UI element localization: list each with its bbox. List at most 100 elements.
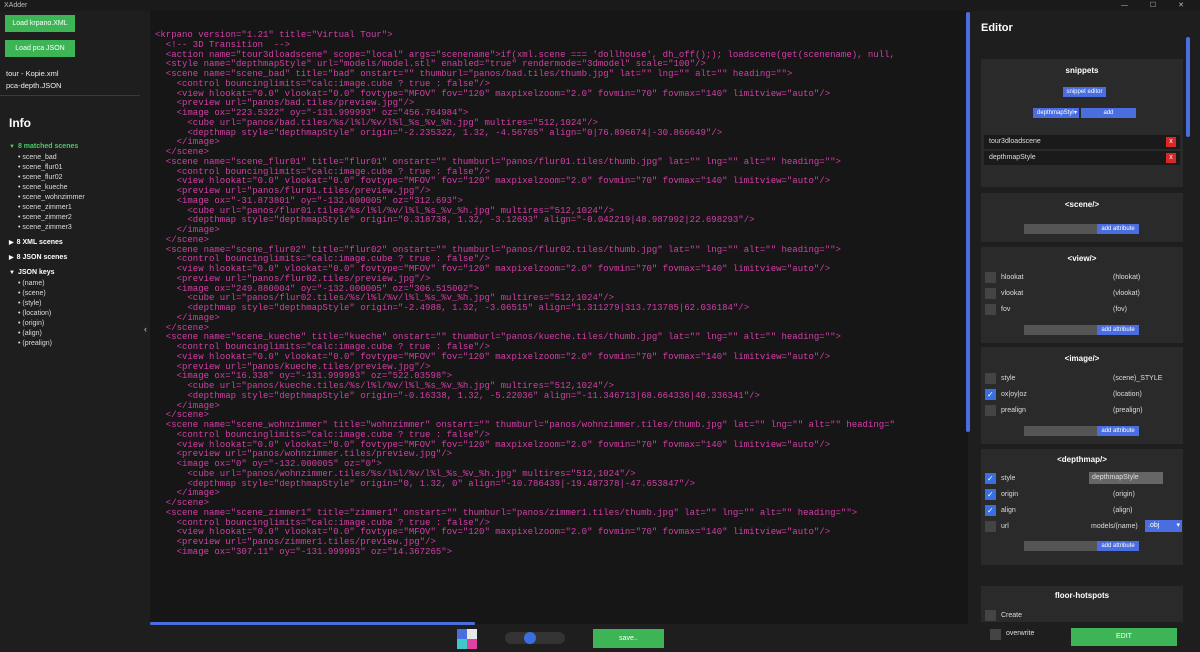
chevron-down-icon: ▾ (1176, 522, 1180, 529)
save-button[interactable]: save.. (593, 629, 664, 648)
attribute-input[interactable] (1024, 224, 1097, 234)
json-key-item[interactable]: (style) (9, 299, 137, 309)
divider (0, 95, 140, 96)
depthmap-panel: <depthmap/> styledepthmapStyle origin(or… (981, 449, 1183, 565)
collapse-panel-icon[interactable]: ‹ (144, 324, 147, 334)
editor-title: Editor (981, 22, 1013, 34)
tree-matched-scenes[interactable]: ▼ 8 matched scenes (9, 143, 137, 150)
floor-hotspots-create: Create (985, 609, 1181, 623)
image-attr-location: ox|oy|oz(location) (985, 388, 1181, 402)
code-line[interactable]: </image> (155, 313, 895, 324)
code-line[interactable]: <depthmap style="depthmapStyle" origin="… (155, 479, 895, 490)
tree-xml-scenes[interactable]: ▶ 8 XML scenes (9, 239, 137, 246)
add-snippet-button[interactable]: add (1081, 108, 1136, 118)
vertical-scrollbar[interactable] (966, 12, 970, 432)
checkbox-checked[interactable] (985, 389, 996, 400)
checkbox-checked[interactable] (985, 489, 996, 500)
checkbox-checked[interactable] (985, 505, 996, 516)
info-title: Info (9, 116, 31, 130)
json-key-item[interactable]: (prealign) (9, 339, 137, 349)
snippets-panel: snippets snippet editor depthmapStyl ▾ ad… (981, 59, 1183, 187)
title-bar: XAdder — ☐ ✕ (0, 0, 1200, 11)
collapsed-triangle-icon: ▶ (9, 240, 14, 246)
code-line[interactable]: <image ox="307.11" oy="-131.999993" oz="… (155, 547, 895, 558)
attribute-input[interactable] (1024, 325, 1097, 335)
checkbox[interactable] (985, 304, 996, 315)
snippet-editor-button[interactable]: snippet editor (1063, 87, 1106, 97)
url-extension-select[interactable]: .obj ▾ (1145, 520, 1182, 532)
depthmap-attr-url: url models/(name) .obj ▾ (985, 520, 1182, 534)
matched-scene-item[interactable]: scene_bad (9, 153, 137, 163)
attribute-input[interactable] (1024, 541, 1097, 551)
json-key-item[interactable]: (name) (9, 279, 137, 289)
checkbox[interactable] (985, 405, 996, 416)
checkbox[interactable] (985, 521, 996, 532)
matched-scene-item[interactable]: scene_zimmer2 (9, 213, 137, 223)
checkbox[interactable] (985, 288, 996, 299)
matched-scene-item[interactable]: scene_flur01 (9, 163, 137, 173)
view-title: <view/> (1067, 254, 1097, 263)
add-attribute-button[interactable]: add attribute (1097, 224, 1139, 234)
image-attr-prealign: prealign (prealign) (985, 404, 1181, 418)
remove-snippet-button[interactable]: x (1166, 137, 1176, 147)
checkbox-checked[interactable] (985, 473, 996, 484)
json-key-item[interactable]: (align) (9, 329, 137, 339)
image-title: <image/> (1064, 354, 1100, 363)
color-picker-icon[interactable] (457, 629, 477, 649)
load-xml-button[interactable]: Load krpano.XML (5, 15, 75, 32)
code-line[interactable]: <depthmap style="depthmapStyle" origin="… (155, 391, 895, 402)
code-line[interactable]: <depthmap style="depthmapStyle" origin="… (155, 215, 895, 226)
window-controls[interactable]: — ☐ ✕ (1121, 0, 1194, 11)
snippet-item-depthmapstyle[interactable]: depthmapStyle x (984, 151, 1180, 165)
style-input[interactable]: depthmapStyle (1089, 472, 1163, 484)
scene-panel: <scene/> add attribute (981, 193, 1183, 242)
matched-scene-item[interactable]: scene_zimmer3 (9, 223, 137, 233)
matched-scenes-list: scene_badscene_flur01scene_flur02scene_k… (9, 153, 137, 233)
json-keys-list: (name)(scene)(style)(location)(origin)(a… (9, 279, 137, 349)
depthmap-title: <depthmap/> (1057, 455, 1107, 464)
code-content[interactable]: <krpano version="1.21" title="Virtual To… (155, 30, 895, 558)
edit-button[interactable]: EDIT (1071, 628, 1177, 646)
tree-json-keys[interactable]: ▼ JSON keys (9, 269, 137, 276)
view-attr-vlookat: vlookat (vlookat) (985, 287, 1181, 301)
code-line[interactable]: </image> (155, 401, 895, 412)
code-line[interactable]: </image> (155, 488, 895, 499)
zoom-slider-handle[interactable] (524, 632, 536, 644)
chevron-down-icon: ▾ (1073, 110, 1077, 116)
attribute-input[interactable] (1024, 426, 1097, 436)
horizontal-scrollbar[interactable] (150, 622, 475, 625)
collapsed-triangle-icon: ▶ (9, 255, 14, 261)
add-attribute-button[interactable]: add attribute (1097, 426, 1139, 436)
matched-scene-item[interactable]: scene_zimmer1 (9, 203, 137, 213)
add-attribute-button[interactable]: add attribute (1097, 541, 1139, 551)
tree-json-scenes[interactable]: ▶ 8 JSON scenes (9, 254, 137, 261)
code-line[interactable]: <depthmap style="depthmapStyle" origin="… (155, 303, 895, 314)
snippet-select[interactable]: depthmapStyl ▾ (1033, 108, 1079, 118)
json-key-item[interactable]: (origin) (9, 319, 137, 329)
add-attribute-button[interactable]: add attribute (1097, 325, 1139, 335)
xml-code-editor[interactable]: <krpano version="1.21" title="Virtual To… (150, 11, 968, 624)
code-line[interactable]: <depthmap style="depthmapStyle" origin="… (155, 128, 895, 139)
editor-scrollbar[interactable] (1186, 37, 1190, 137)
json-key-item[interactable]: (scene) (9, 289, 137, 299)
snippets-title: snippets (1065, 66, 1099, 75)
view-panel: <view/> hlookat (hlookat) vlookat (vlookat… (981, 247, 1183, 343)
checkbox[interactable] (990, 629, 1001, 640)
snippet-item-tour3dloadscene[interactable]: tour3dloadscene x (984, 135, 1180, 149)
json-key-item[interactable]: (location) (9, 309, 137, 319)
matched-scene-item[interactable]: scene_flur02 (9, 173, 137, 183)
code-line[interactable]: </image> (155, 137, 895, 148)
info-tree: ▼8 matched scenes scene_badscene_flur01s… (9, 140, 137, 349)
expanded-triangle-icon: ▼ (9, 144, 15, 150)
checkbox[interactable] (985, 373, 996, 384)
app-title: XAdder (4, 2, 28, 9)
remove-snippet-button[interactable]: x (1166, 153, 1176, 163)
matched-scene-item[interactable]: scene_kueche (9, 183, 137, 193)
code-line[interactable]: </image> (155, 225, 895, 236)
checkbox[interactable] (985, 610, 996, 621)
expanded-triangle-icon: ▼ (9, 270, 15, 276)
matched-scene-item[interactable]: scene_wohnzimmer (9, 193, 137, 203)
load-json-button[interactable]: Load pca JSON (5, 40, 75, 57)
checkbox[interactable] (985, 272, 996, 283)
json-filename: pca-depth.JSON (6, 81, 62, 90)
